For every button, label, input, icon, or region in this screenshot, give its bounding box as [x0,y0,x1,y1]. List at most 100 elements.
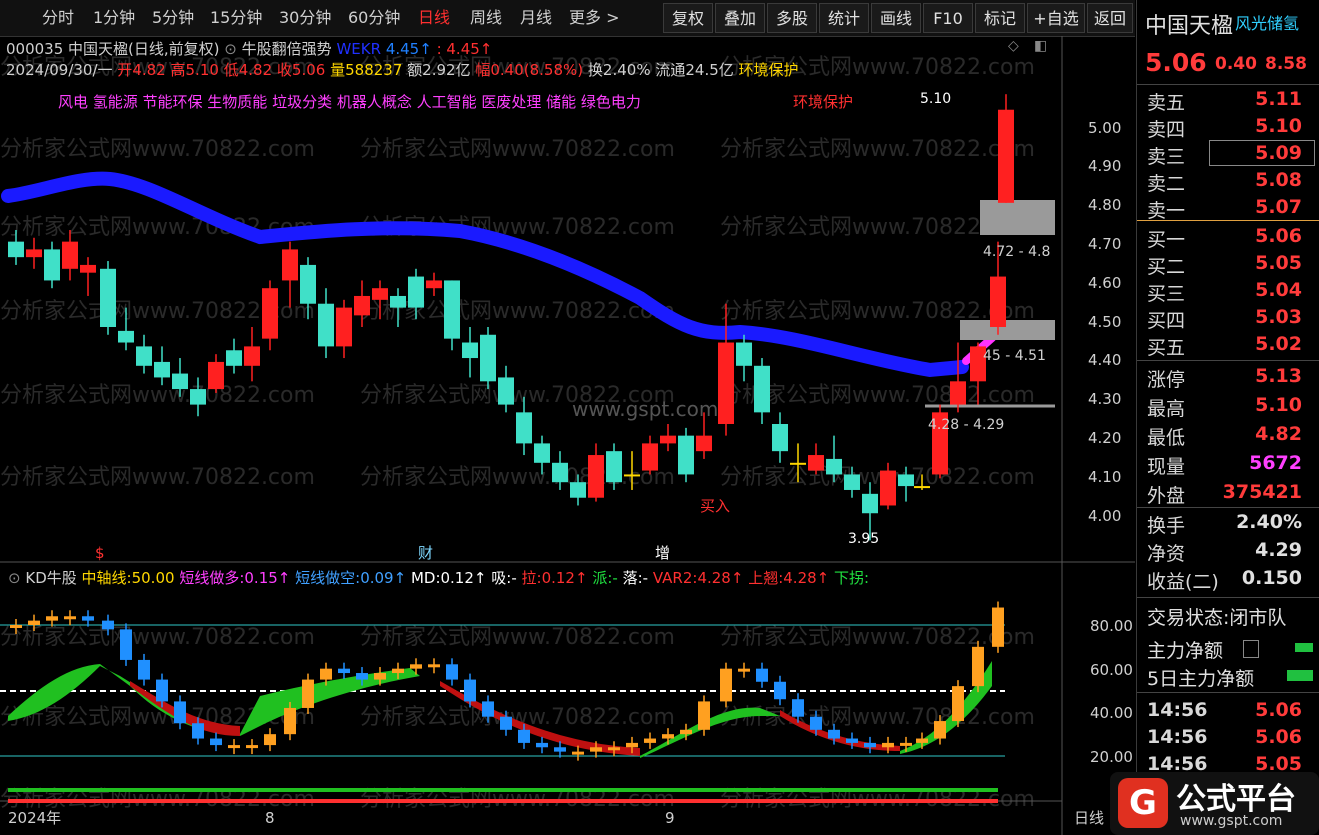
candle-body [118,330,134,343]
event-marker-finance: 财 [418,544,433,562]
bid-label: 买一 [1147,229,1186,251]
candle-body [244,346,260,366]
diamond-icon[interactable]: ◇ [1008,38,1019,54]
trade-status: 交易状态:闭市队 [1147,607,1287,629]
buy-signal-label: 买入 [700,497,730,515]
kd-header: ⊙ KD牛股 中轴线:50.00 短线做多:0.15↑ 短线做空:0.09↑ M… [8,567,869,588]
draw-line-button[interactable]: 画线 [871,3,921,33]
price-tick: 4.30 [1088,390,1121,408]
zone2-label: 45 - 4.51 [983,348,1046,364]
candle-body [880,470,896,506]
price-tick: 4.00 [1088,507,1121,525]
more-button[interactable]: 更多 > [569,0,620,36]
volume-label: 量 [330,61,346,79]
bid-row[interactable]: 买二 5.05 [1137,250,1319,278]
candle-body [172,373,188,390]
candle-body [534,443,550,463]
ask-row[interactable]: 卖二 5.08 [1137,167,1319,195]
multi-stock-button[interactable]: 多股 [767,3,817,33]
candle-body [826,458,842,475]
f10-button[interactable]: F10 [923,3,973,33]
tab-5min[interactable]: 5分钟 [152,0,194,36]
x-tick: 8 [265,809,275,827]
ask-row[interactable]: 卖五 5.11 [1137,86,1319,114]
pai-label: 派: [592,569,613,587]
candle-body [190,389,206,405]
turnover-value: 换2.40% [587,61,651,79]
add-watchlist-button[interactable]: +自选 [1027,3,1085,33]
candle-body [754,365,770,413]
xi-value: - [511,569,517,587]
bid-price: 5.05 [1255,252,1302,274]
bid-row[interactable]: 买一 5.06 [1137,223,1319,251]
back-button[interactable]: 返回 [1087,3,1133,33]
ask-row[interactable]: 卖四 5.10 [1137,113,1319,141]
tab-30min[interactable]: 30分钟 [279,0,331,36]
price-tick: 4.90 [1088,157,1121,175]
stat-value: 5672 [1249,452,1302,474]
short-long-value: 0.15↑ [244,569,291,587]
candle-body [318,303,334,347]
kline-chart-area[interactable]: 分析家公式网www.70822.com 分析家公式网www.70822.com … [0,36,1135,835]
ask-price: 5.08 [1255,169,1302,191]
kd-toggle-icon[interactable]: ⊙ [8,569,21,587]
chart-canvas[interactable]: 分析家公式网www.70822.com 分析家公式网www.70822.com … [0,36,1135,835]
change-value: 0.40(8.58%) [490,61,584,79]
candle-body [354,295,370,316]
tab-15min[interactable]: 15分钟 [210,0,262,36]
bid-price: 5.04 [1255,279,1302,301]
tab-monthly[interactable]: 月线 [520,0,552,36]
indicator-toggle-icon[interactable]: ⊙ [224,40,237,58]
stat2-value: 0.150 [1241,567,1302,589]
ask-label: 卖四 [1147,119,1186,141]
tab-daily[interactable]: 日线 [418,0,450,36]
candle-body [444,280,460,339]
tab-60min[interactable]: 60分钟 [348,0,400,36]
mark-button[interactable]: 标记 [975,3,1025,33]
tab-weekly[interactable]: 周线 [470,0,502,36]
watermark: 分析家公式网www.70822.com [360,625,675,650]
candle-body [426,280,442,289]
zone1-label: 4.72 - 4.8 [983,244,1050,260]
watermark: 分析家公式网www.70822.com [720,137,1035,162]
period-toolbar: 分时 1分钟 5分钟 15分钟 30分钟 60分钟 日线 周线 月线 更多 > … [0,0,1135,37]
resistance-zone-1 [980,200,1055,235]
overlay-button[interactable]: 叠加 [715,3,765,33]
xiaguai-label: 下拐: [834,569,870,587]
fuquan-button[interactable]: 复权 [663,3,713,33]
bid-row[interactable]: 买三 5.04 [1137,277,1319,305]
watermark: 分析家公式网www.70822.com [0,137,315,162]
wekr-value2: : 4.45↑ [436,40,493,58]
candle-body [372,288,388,300]
net-bar-green [1295,643,1313,652]
stat-row: 现量 5672 [1137,450,1319,478]
bid-row[interactable]: 买五 5.02 [1137,331,1319,359]
luo-label: 落: [622,569,643,587]
list-icon[interactable] [1243,640,1259,658]
panel-toggle-icon[interactable]: ◧ [1034,38,1047,54]
tab-fenshi[interactable]: 分时 [42,0,74,36]
watermark: 分析家公式网www.70822.com [0,625,315,650]
stat-label: 最高 [1147,398,1186,420]
stat2-row: 净资 4.29 [1137,537,1319,565]
amount-value: 额2.92亿 [407,61,471,79]
low-label: 低 [223,61,239,79]
candle-body [862,493,878,514]
open-value: 4.82 [132,61,166,79]
tab-1min[interactable]: 1分钟 [93,0,135,36]
statistics-button[interactable]: 统计 [819,3,869,33]
event-marker-dollar: $ [95,544,105,562]
bid-price: 5.02 [1255,333,1302,355]
date-value: 2024/09/30/一 [6,61,113,79]
ask-row[interactable]: 卖一 5.07 [1137,194,1319,222]
bid-row[interactable]: 买四 5.03 [1137,304,1319,332]
shangqiao-value: 4.28↑ [783,569,830,587]
watermark: 分析家公式网www.70822.com [360,137,675,162]
kd-axis: 80.00 60.00 40.00 20.00 [1090,617,1133,766]
price-tick: 4.20 [1088,429,1121,447]
logo-g-icon: G [1118,778,1168,828]
watermark: 分析家公式网www.70822.com [0,465,315,490]
tick-price: 5.06 [1255,726,1302,748]
candle-body [336,307,352,347]
xi-label: 吸: [491,569,512,587]
